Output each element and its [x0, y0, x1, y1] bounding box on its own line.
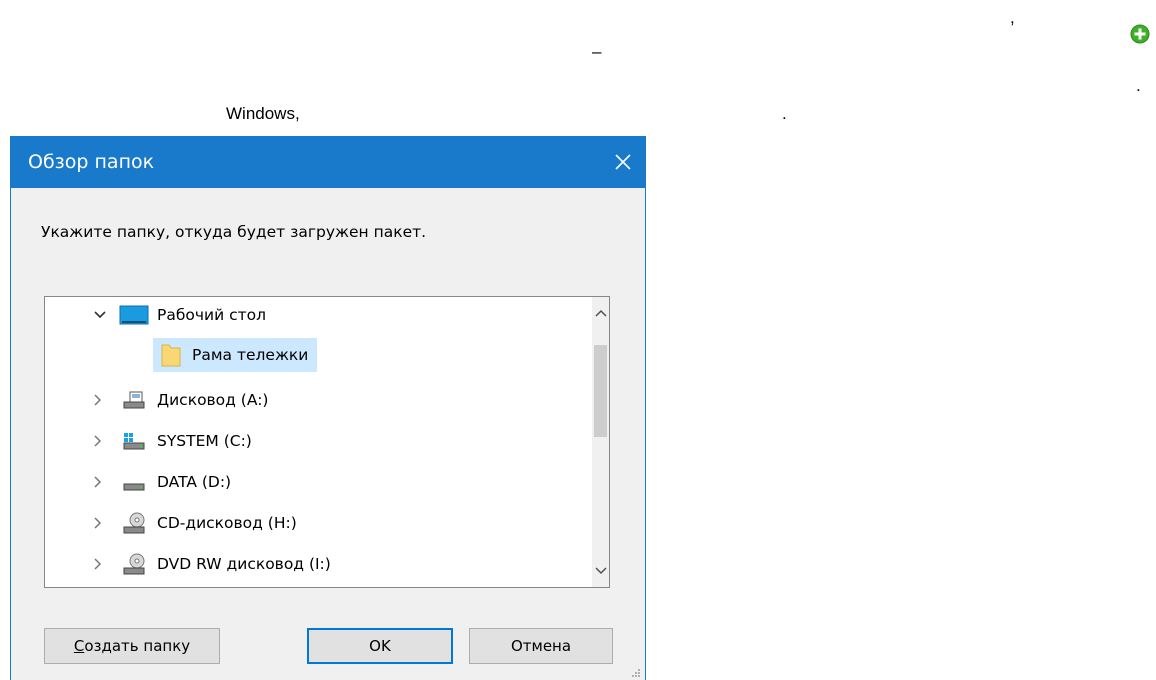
close-icon	[615, 154, 631, 170]
cancel-label: Отмена	[510, 637, 572, 655]
desktop-icon	[119, 303, 149, 327]
tree-item-label: DATA (D:)	[157, 473, 232, 491]
cd-drive-icon	[119, 511, 149, 535]
scrollbar-thumb[interactable]	[594, 345, 607, 437]
tree-item-label: SYSTEM (C:)	[157, 432, 252, 450]
selected-item[interactable]: Рама тележки	[153, 338, 318, 372]
dvd-drive-icon	[119, 552, 149, 576]
tree-item-label: Рама тележки	[192, 346, 309, 364]
cancel-button[interactable]: Отмена	[469, 628, 613, 664]
chevron-right-icon[interactable]	[91, 393, 105, 407]
scroll-down-button[interactable]	[592, 561, 609, 581]
resize-grip-icon[interactable]	[629, 666, 641, 678]
tree-item-data[interactable]: DATA (D:)	[119, 464, 231, 500]
add-green-icon	[1130, 24, 1150, 44]
document-text-windows: Windows,	[226, 104, 300, 123]
chevron-right-icon[interactable]	[91, 434, 105, 448]
dialog-titlebar: Обзор папок	[10, 136, 646, 188]
new-folder-button[interactable]: Создать папку	[44, 628, 220, 664]
tree-item-label: DVD RW дисковод (I:)	[157, 555, 331, 573]
tree-item-dvd[interactable]: DVD RW дисковод (I:)	[119, 546, 331, 582]
folder-tree[interactable]: Рабочий стол Рама тележки Дисковод (A:) …	[44, 296, 610, 588]
system-drive-icon	[119, 429, 149, 453]
tree-item-label: Дисковод (A:)	[157, 391, 269, 409]
scroll-up-button[interactable]	[592, 303, 609, 323]
folder-icon	[158, 343, 184, 367]
vertical-scrollbar[interactable]	[592, 297, 609, 587]
tree-item-desktop[interactable]: Рабочий стол	[119, 297, 266, 333]
tree-item-label: CD-дисковод (H:)	[157, 514, 297, 532]
tree-item-system[interactable]: SYSTEM (C:)	[119, 423, 252, 459]
chevron-right-icon[interactable]	[91, 475, 105, 489]
chevron-right-icon[interactable]	[91, 557, 105, 571]
tree-item-floppy[interactable]: Дисковод (A:)	[119, 382, 268, 418]
tree-item-cd[interactable]: CD-дисковод (H:)	[119, 505, 297, 541]
floppy-drive-icon	[119, 388, 149, 412]
chevron-down-icon	[594, 567, 607, 575]
ok-button[interactable]: OK	[307, 628, 453, 664]
chevron-right-icon[interactable]	[91, 516, 105, 530]
document-text-period-2: .	[782, 104, 787, 123]
dialog-title: Обзор папок	[28, 151, 155, 173]
tree-item-folder[interactable]: Рама тележки	[153, 337, 318, 373]
document-text-comma: ,	[1010, 8, 1015, 27]
ok-label: OK	[369, 637, 391, 655]
chevron-down-icon[interactable]	[93, 308, 107, 322]
new-folder-mnemonic: С	[73, 637, 85, 655]
document-text-period: .	[1136, 76, 1141, 95]
browse-folders-dialog: Обзор папок Укажите папку, откуда будет …	[10, 136, 646, 680]
dialog-prompt: Укажите папку, откуда будет загружен пак…	[41, 223, 427, 241]
tree-item-label: Рабочий стол	[157, 306, 267, 324]
new-folder-label: оздать папку	[84, 637, 191, 655]
close-button[interactable]	[600, 136, 646, 188]
chevron-up-icon	[594, 309, 607, 317]
hard-drive-icon	[119, 470, 149, 494]
document-text-dash: –	[592, 42, 602, 61]
